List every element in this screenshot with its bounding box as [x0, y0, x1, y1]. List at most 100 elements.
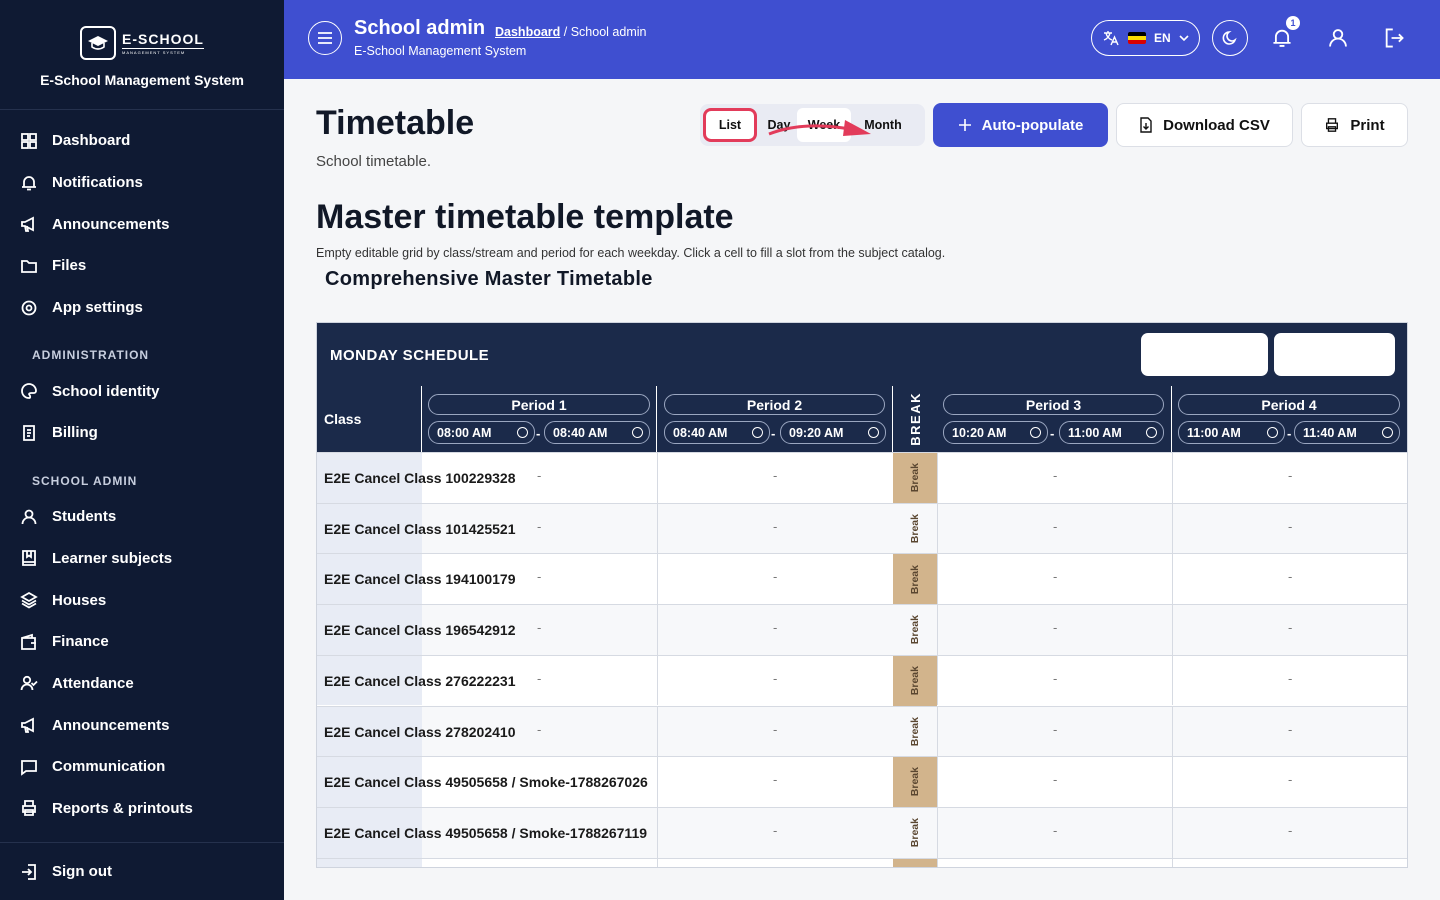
language-code: EN — [1154, 31, 1171, 45]
notifications-button[interactable]: 1 — [1264, 16, 1300, 56]
period-end-time[interactable]: 11:40 AM — [1294, 421, 1400, 444]
translate-icon — [1103, 31, 1119, 46]
chevron-down-icon — [1179, 35, 1189, 42]
slot-cell[interactable]: - — [937, 655, 1172, 706]
break-label: Break — [909, 615, 921, 645]
sidebar-item-notifications[interactable]: Notifications — [0, 162, 284, 204]
slot-empty[interactable]: - — [537, 722, 541, 737]
slot-empty: - — [773, 620, 778, 636]
folder-icon — [21, 260, 37, 273]
sidebar-item-files[interactable]: Files — [0, 245, 284, 287]
breadcrumb-dashboard-link[interactable]: Dashboard — [495, 25, 560, 39]
download-csv-button[interactable]: Download CSV — [1116, 103, 1293, 147]
period-end-time[interactable]: 09:20 AM — [780, 421, 886, 444]
slot-cell[interactable]: - — [1172, 453, 1407, 503]
break-label: Break — [909, 513, 921, 544]
class-name: E2E Cancel Class 194100179 — [324, 571, 516, 588]
app-logo[interactable]: E-SCHOOL MANAGEMENT SYSTEM — [80, 26, 204, 60]
theme-toggle-button[interactable] — [1212, 20, 1248, 56]
header-action-button-1[interactable] — [1141, 333, 1268, 376]
slot-cell[interactable]: - — [657, 605, 893, 655]
sidebar-item-learner-subjects[interactable]: Learner subjects — [0, 538, 284, 580]
slot-empty[interactable]: - — [537, 569, 541, 584]
slot-cell[interactable]: - — [657, 453, 893, 503]
hamburger-icon — [318, 32, 332, 44]
sidebar-item-school-identity[interactable]: School identity — [0, 370, 284, 412]
period-start-time[interactable]: 11:00 AM — [1178, 421, 1285, 444]
breadcrumb-current: / School admin — [560, 25, 647, 39]
slot-cell[interactable] — [657, 858, 893, 867]
slot-cell[interactable] — [1172, 858, 1407, 867]
slot-cell[interactable]: - — [937, 807, 1172, 858]
slot-empty[interactable]: - — [537, 519, 541, 534]
slot-cell[interactable]: - — [1172, 706, 1407, 757]
slot-cell[interactable]: - — [1172, 807, 1407, 858]
graduation-cap-icon — [80, 26, 117, 60]
period-end-time[interactable]: 08:40 AM — [544, 421, 650, 444]
sidebar-item-app-settings[interactable]: App settings — [0, 287, 284, 329]
sidebar-item-billing[interactable]: Billing — [0, 412, 284, 454]
sidebar-item-announcements[interactable]: Announcements — [0, 203, 284, 245]
slot-empty[interactable]: - — [537, 468, 541, 483]
slot-cell[interactable]: - — [937, 453, 1172, 503]
section-administration: ADMINISTRATION — [32, 348, 150, 363]
slot-cell[interactable]: - — [657, 554, 893, 605]
slot-cell[interactable]: - — [937, 706, 1172, 757]
slot-cell[interactable]: - — [937, 605, 1172, 655]
print-button[interactable]: Print — [1301, 103, 1408, 147]
period-start-time[interactable]: 08:40 AM — [664, 421, 770, 444]
sidebar-item-announcements-2[interactable]: Announcements — [0, 704, 284, 746]
time-value: 11:00 AM — [1187, 425, 1241, 440]
view-list-button[interactable]: List — [703, 108, 757, 142]
sign-out-label: Sign out — [52, 863, 112, 880]
sidebar-item-houses[interactable]: Houses — [0, 579, 284, 621]
sidebar-item-finance[interactable]: Finance — [0, 621, 284, 663]
menu-toggle-button[interactable] — [308, 21, 342, 55]
table-row: E2E Cancel Class 101425521 - Break - - - — [317, 502, 1407, 554]
slot-cell[interactable]: - — [937, 757, 1172, 807]
table-row: E2E Cancel Class 100229328 - Break - - - — [317, 452, 1407, 503]
slot-cell[interactable]: - — [1172, 554, 1407, 605]
slot-cell[interactable]: - — [657, 807, 893, 858]
slot-cell[interactable] — [937, 858, 1172, 867]
page-title: Timetable — [316, 104, 475, 142]
auto-populate-button[interactable]: Auto-populate — [933, 103, 1108, 147]
slot-empty: - — [773, 569, 778, 585]
slot-cell[interactable]: - — [937, 554, 1172, 605]
topbar-title: School admin — [354, 17, 486, 39]
slot-empty: - — [1288, 468, 1293, 483]
sidebar-item-reports[interactable]: Reports & printouts — [0, 788, 284, 830]
slot-cell[interactable]: - — [937, 503, 1172, 554]
slot-cell[interactable]: - — [1172, 503, 1407, 554]
slot-cell[interactable]: - — [1172, 605, 1407, 655]
break-cell: Break — [893, 453, 937, 503]
period-start-time[interactable]: 08:00 AM — [428, 421, 535, 444]
sign-out-button[interactable]: Sign out — [0, 842, 284, 900]
slot-empty[interactable]: - — [537, 671, 541, 686]
period-start-time[interactable]: 10:20 AM — [943, 421, 1048, 444]
language-selector[interactable]: EN — [1091, 20, 1200, 56]
period-end-time[interactable]: 11:00 AM — [1059, 421, 1164, 444]
sidebar-item-dashboard[interactable]: Dashboard — [0, 120, 284, 162]
slot-cell[interactable]: - — [657, 706, 893, 757]
break-header-label: BREAK — [907, 392, 923, 446]
sidebar-item-communication[interactable]: Communication — [0, 746, 284, 788]
slot-cell[interactable]: - — [657, 503, 893, 554]
profile-button[interactable] — [1320, 20, 1356, 56]
period-3-header: Period 3 10:20 AM - 11:00 AM — [937, 386, 1172, 452]
time-separator: - — [536, 426, 541, 441]
sidebar-item-students[interactable]: Students — [0, 496, 284, 538]
header-action-button-2[interactable] — [1274, 333, 1395, 376]
slot-cell[interactable]: - — [657, 655, 893, 706]
slot-cell[interactable]: - — [1172, 655, 1407, 706]
slot-empty[interactable]: - — [537, 620, 541, 635]
bell-icon — [22, 175, 36, 190]
uganda-flag-icon — [1128, 32, 1146, 44]
slot-empty: - — [1053, 822, 1058, 838]
logout-button[interactable] — [1376, 20, 1412, 56]
sidebar-item-attendance[interactable]: Attendance — [0, 663, 284, 705]
sidebar-item-label: Attendance — [52, 674, 134, 692]
slot-cell[interactable]: - — [1172, 757, 1407, 807]
slot-cell[interactable]: - — [657, 757, 893, 807]
section-description: Empty editable grid by class/stream and … — [316, 246, 946, 260]
